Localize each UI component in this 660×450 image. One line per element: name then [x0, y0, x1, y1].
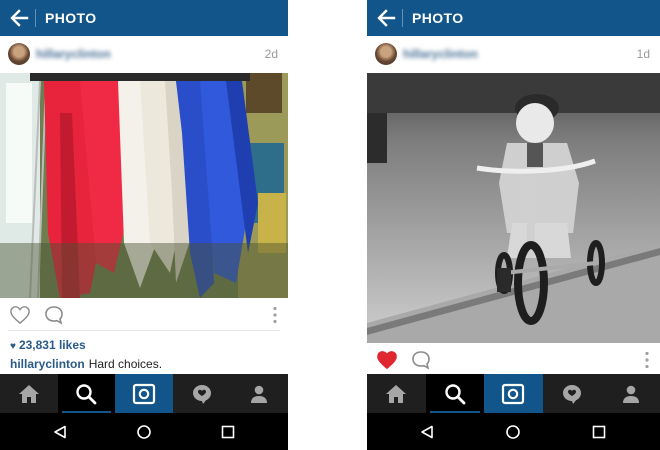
- tab-home[interactable]: [367, 374, 426, 413]
- camera-icon: [502, 383, 525, 404]
- post-screen-right: PHOTO hillaryclinton 1d: [367, 0, 660, 450]
- back-triangle-icon[interactable]: [420, 425, 434, 439]
- recents-square-icon[interactable]: [592, 425, 606, 439]
- home-circle-icon[interactable]: [505, 424, 521, 440]
- post-username[interactable]: hillaryclinton: [403, 47, 478, 61]
- back-triangle-icon[interactable]: [53, 425, 67, 439]
- post-caption: hillaryclinton Hard choices.: [10, 357, 162, 371]
- back-arrow-icon[interactable]: [8, 7, 30, 29]
- recents-square-icon[interactable]: [221, 425, 235, 439]
- activity-icon: [563, 384, 582, 404]
- post-time: 1d: [636, 47, 650, 61]
- likes-heart-icon: ♥: [10, 341, 16, 352]
- home-icon: [386, 384, 407, 403]
- likes-text: 23,831 likes: [18, 338, 86, 352]
- bottom-nav: [367, 374, 660, 413]
- system-nav-bar: [0, 413, 288, 450]
- comment-icon[interactable]: [44, 305, 64, 325]
- heart-icon[interactable]: [376, 350, 398, 370]
- post-photo[interactable]: [367, 73, 660, 343]
- tab-camera[interactable]: [484, 374, 543, 413]
- profile-icon: [622, 385, 639, 403]
- tab-activity[interactable]: [543, 374, 602, 413]
- top-bar: PHOTO: [367, 0, 660, 36]
- bottom-nav: [0, 374, 288, 413]
- post-screen-left: PHOTO hillaryclinton 2d ♥ 23,831 likes h…: [0, 0, 288, 450]
- actions-divider: [8, 330, 280, 331]
- page-title: PHOTO: [45, 10, 97, 26]
- back-arrow-icon[interactable]: [375, 7, 397, 29]
- tab-search[interactable]: [425, 374, 485, 413]
- tab-search[interactable]: [57, 374, 116, 413]
- top-bar: PHOTO: [0, 0, 288, 36]
- home-icon: [18, 384, 39, 403]
- top-bar-divider: [35, 9, 36, 27]
- camera-icon: [132, 383, 156, 404]
- post-username[interactable]: hillaryclinton: [36, 47, 111, 61]
- avatar[interactable]: [375, 43, 397, 65]
- tab-profile[interactable]: [230, 374, 288, 413]
- caption-text: Hard choices.: [88, 357, 163, 371]
- system-nav-bar: [367, 413, 660, 450]
- search-icon: [445, 383, 466, 404]
- heart-icon[interactable]: [9, 305, 31, 325]
- post-header: hillaryclinton 1d: [367, 36, 660, 73]
- home-circle-icon[interactable]: [136, 424, 152, 440]
- more-vertical-icon[interactable]: [645, 351, 649, 369]
- more-vertical-icon[interactable]: [273, 306, 277, 324]
- tab-profile[interactable]: [601, 374, 660, 413]
- tab-home[interactable]: [0, 374, 58, 413]
- avatar[interactable]: [8, 43, 30, 65]
- comment-icon[interactable]: [411, 350, 431, 370]
- tab-camera[interactable]: [115, 374, 173, 413]
- caption-username[interactable]: hillaryclinton: [10, 357, 85, 371]
- tab-activity[interactable]: [173, 374, 231, 413]
- post-actions: [367, 346, 660, 376]
- activity-icon: [192, 384, 211, 404]
- post-time: 2d: [264, 47, 278, 61]
- post-header: hillaryclinton 2d: [0, 36, 288, 73]
- post-photo[interactable]: [0, 73, 288, 298]
- top-bar-divider: [402, 9, 403, 27]
- search-icon: [76, 383, 97, 404]
- profile-icon: [251, 385, 268, 403]
- likes-count[interactable]: ♥ 23,831 likes: [10, 338, 86, 352]
- post-actions: [0, 301, 288, 331]
- page-title: PHOTO: [412, 10, 464, 26]
